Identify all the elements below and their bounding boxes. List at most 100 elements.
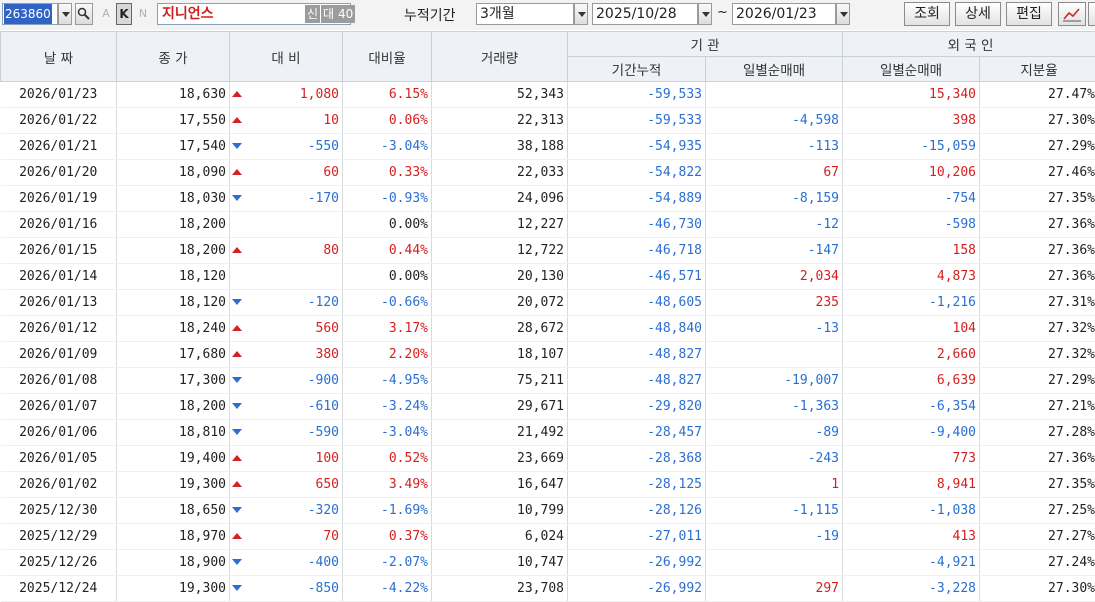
arrow-down-icon — [232, 195, 242, 201]
cell-change-rate: -0.93% — [343, 186, 432, 212]
market-filter-n[interactable]: N — [136, 4, 150, 24]
cell-close: 18,030 — [117, 186, 230, 212]
cell-change-rate: 0.06% — [343, 108, 432, 134]
cell-volume: 52,343 — [432, 82, 568, 108]
cell-foreign-daily: -1,216 — [843, 290, 980, 316]
cell-change: -550 — [230, 134, 343, 160]
table-row[interactable]: 2026/01/2117,540-550-3.04%38,188-54,935-… — [1, 134, 1095, 160]
table-row[interactable]: 2026/01/1518,200800.44%12,722-46,718-147… — [1, 238, 1095, 264]
cell-change-value: 10 — [323, 113, 339, 128]
cell-close: 19,400 — [117, 446, 230, 472]
table-row[interactable]: 2026/01/0817,300-900-4.95%75,211-48,827-… — [1, 368, 1095, 394]
cell-foreign-daily: 8,941 — [843, 472, 980, 498]
cell-close: 18,090 — [117, 160, 230, 186]
table-row[interactable]: 2026/01/1318,120-120-0.66%20,072-48,6052… — [1, 290, 1095, 316]
detail-button[interactable]: 상세 — [955, 2, 1001, 26]
cell-close: 18,240 — [117, 316, 230, 342]
chart-icon[interactable] — [1058, 2, 1086, 26]
table-row[interactable]: 2026/01/1218,2405603.17%28,672-48,840-13… — [1, 316, 1095, 342]
header-close[interactable]: 종 가 — [117, 32, 230, 82]
table-row[interactable]: 2026/01/0519,4001000.52%23,669-28,368-24… — [1, 446, 1095, 472]
header-foreign-share[interactable]: 지분율 — [980, 57, 1095, 82]
table-row[interactable]: 2026/01/0718,200-610-3.24%29,671-29,820-… — [1, 394, 1095, 420]
cell-inst-cumulative: -28,126 — [568, 498, 706, 524]
table-row[interactable]: 2026/01/1418,1200.00%20,130-46,5712,0344… — [1, 264, 1095, 290]
cell-foreign-share: 27.36% — [980, 212, 1095, 238]
cell-change: -900 — [230, 368, 343, 394]
header-inst-cumulative[interactable]: 기간누적 — [568, 57, 706, 82]
market-filter-k[interactable]: K — [116, 3, 132, 25]
date-from-calendar-button[interactable] — [698, 3, 712, 25]
cell-change-value: 60 — [323, 165, 339, 180]
header-date[interactable]: 날 짜 — [1, 32, 117, 82]
badge-number: 40 — [336, 5, 355, 23]
cell-date: 2025/12/24 — [1, 576, 117, 602]
search-icon[interactable] — [75, 3, 93, 25]
edit-button[interactable]: 편집 — [1006, 2, 1052, 26]
cell-inst-cumulative: -48,840 — [568, 316, 706, 342]
period-select[interactable]: 3개월 — [476, 3, 574, 25]
header-inst-daily[interactable]: 일별순매매 — [706, 57, 843, 82]
table-row[interactable]: 2025/12/3018,650-320-1.69%10,799-28,126-… — [1, 498, 1095, 524]
cell-date: 2026/01/20 — [1, 160, 117, 186]
table-row[interactable]: 2026/01/1618,2000.00%12,227-46,730-12-59… — [1, 212, 1095, 238]
cell-inst-daily: 2,034 — [706, 264, 843, 290]
date-to-input[interactable]: 2026/01/23 — [732, 3, 836, 25]
header-volume[interactable]: 거래량 — [432, 32, 568, 82]
cell-foreign-share: 27.32% — [980, 316, 1095, 342]
table-row[interactable]: 2026/01/0917,6803802.20%18,107-48,8272,6… — [1, 342, 1095, 368]
table-row[interactable]: 2025/12/2918,970700.37%6,024-27,011-1941… — [1, 524, 1095, 550]
cell-change-value: -170 — [308, 191, 339, 206]
table-row[interactable]: 2026/01/2018,090600.33%22,033-54,8226710… — [1, 160, 1095, 186]
cell-foreign-daily: -3,228 — [843, 576, 980, 602]
arrow-down-icon — [232, 403, 242, 409]
cell-inst-daily — [706, 342, 843, 368]
cell-inst-daily: -1,115 — [706, 498, 843, 524]
cell-change-rate: -4.22% — [343, 576, 432, 602]
table-row[interactable]: 2026/01/0618,810-590-3.04%21,492-28,457-… — [1, 420, 1095, 446]
cell-inst-daily: 67 — [706, 160, 843, 186]
header-foreign-daily[interactable]: 일별순매매 — [843, 57, 980, 82]
stock-code-dropdown-button[interactable] — [58, 3, 72, 25]
cell-date: 2026/01/13 — [1, 290, 117, 316]
cell-change-rate: 0.00% — [343, 212, 432, 238]
stock-code-input[interactable]: 263860 — [2, 3, 58, 25]
cell-close: 18,200 — [117, 394, 230, 420]
date-to-calendar-button[interactable] — [836, 3, 850, 25]
cell-inst-cumulative: -28,125 — [568, 472, 706, 498]
cell-change: -170 — [230, 186, 343, 212]
date-from-input[interactable]: 2025/10/28 — [592, 3, 698, 25]
table-row[interactable]: 2026/01/0219,3006503.49%16,647-28,12518,… — [1, 472, 1095, 498]
cell-change-value: -900 — [308, 373, 339, 388]
cell-inst-daily: -147 — [706, 238, 843, 264]
cell-volume: 21,492 — [432, 420, 568, 446]
header-change-rate[interactable]: 대비율 — [343, 32, 432, 82]
cell-foreign-share: 27.29% — [980, 134, 1095, 160]
table-row[interactable]: 2026/01/2217,550100.06%22,313-59,533-4,5… — [1, 108, 1095, 134]
cell-foreign-share: 27.27% — [980, 524, 1095, 550]
cell-foreign-daily: 158 — [843, 238, 980, 264]
table-row[interactable]: 2025/12/2618,900-400-2.07%10,747-26,992-… — [1, 550, 1095, 576]
cell-close: 17,540 — [117, 134, 230, 160]
arrow-down-icon — [232, 377, 242, 383]
period-dropdown-button[interactable] — [574, 3, 588, 25]
table-row[interactable]: 2026/01/2318,6301,0806.15%52,343-59,5331… — [1, 82, 1095, 108]
cell-inst-daily: -89 — [706, 420, 843, 446]
cell-volume: 22,033 — [432, 160, 568, 186]
cell-inst-cumulative: -29,820 — [568, 394, 706, 420]
query-button[interactable]: 조회 — [904, 2, 950, 26]
cell-date: 2026/01/12 — [1, 316, 117, 342]
cell-foreign-daily: 773 — [843, 446, 980, 472]
table-row[interactable]: 2026/01/1918,030-170-0.93%24,096-54,889-… — [1, 186, 1095, 212]
cell-change: -610 — [230, 394, 343, 420]
cell-change: -400 — [230, 550, 343, 576]
cell-change-rate: 0.52% — [343, 446, 432, 472]
market-filter-a[interactable]: A — [99, 4, 113, 24]
table-row[interactable]: 2025/12/2419,300-850-4.22%23,708-26,9922… — [1, 576, 1095, 602]
cell-change: 1,080 — [230, 82, 343, 108]
cell-inst-cumulative: -28,368 — [568, 446, 706, 472]
cell-foreign-daily: 413 — [843, 524, 980, 550]
extra-button[interactable] — [1088, 2, 1095, 26]
header-change[interactable]: 대 비 — [230, 32, 343, 82]
cell-date: 2026/01/22 — [1, 108, 117, 134]
